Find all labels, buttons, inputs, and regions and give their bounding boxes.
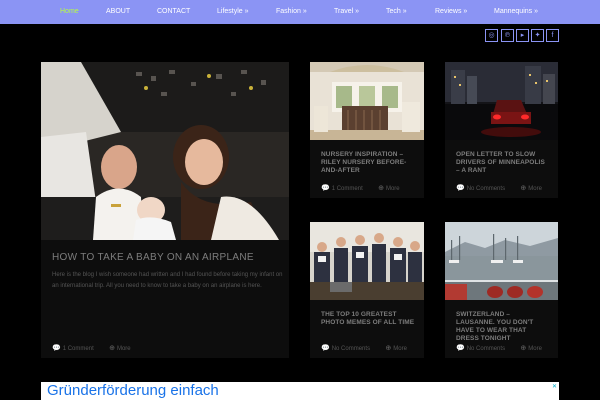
post-image-lausanne[interactable] — [445, 222, 558, 300]
comment-icon: 💬 — [52, 345, 61, 352]
youtube-icon[interactable]: ▸ — [516, 29, 529, 42]
post-meta: 💬 No Comments ⊕ More — [456, 184, 542, 192]
more-icon: ⊕ — [520, 185, 527, 192]
post-card[interactable]: THE TOP 10 GREATEST PHOTO MEMES OF ALL T… — [310, 222, 424, 358]
more-icon: ⊕ — [378, 185, 384, 192]
nav-travel[interactable]: Travel » — [334, 0, 359, 24]
post-title[interactable]: SWITZERLAND – LAUSANNE. YOU DON'T HAVE T… — [456, 311, 550, 343]
comment-icon: 💬 — [456, 185, 465, 192]
nav-home[interactable]: Home — [60, 0, 79, 24]
comments-link[interactable]: No Comments — [467, 186, 505, 192]
post-title[interactable]: NURSERY INSPIRATION – RILEY NURSERY BEFO… — [321, 151, 417, 175]
ad-text[interactable]: Gründerförderung einfach — [47, 382, 219, 400]
instagram-icon[interactable]: ◎ — [485, 29, 498, 42]
featured-post-meta: 💬 1 Comment ⊕ More — [52, 344, 131, 352]
pinterest-icon[interactable]: ℗ — [501, 29, 514, 42]
post-meta: 💬 No Comments ⊕ More — [456, 344, 542, 352]
post-title[interactable]: THE TOP 10 GREATEST PHOTO MEMES OF ALL T… — [321, 311, 417, 327]
post-title[interactable]: OPEN LETTER TO SLOW DRIVERS OF MINNEAPOL… — [456, 151, 550, 175]
post-image-nursery[interactable] — [310, 62, 424, 140]
featured-post-image[interactable] — [41, 62, 289, 240]
comment-icon: 💬 — [321, 345, 330, 352]
featured-post-title[interactable]: HOW TO TAKE A BABY ON AN AIRPLANE — [52, 252, 282, 263]
nav-reviews[interactable]: Reviews » — [435, 0, 467, 24]
more-link[interactable]: More — [528, 346, 542, 352]
comment-icon: 💬 — [321, 185, 330, 192]
post-meta: 💬 1 Comment ⊕ More — [321, 184, 400, 192]
more-icon: ⊕ — [109, 345, 115, 352]
nav-tech[interactable]: Tech » — [386, 0, 407, 24]
comments-link[interactable]: No Comments — [467, 346, 505, 352]
more-icon: ⊕ — [385, 345, 392, 352]
post-card[interactable]: NURSERY INSPIRATION – RILEY NURSERY BEFO… — [310, 62, 424, 198]
more-icon: ⊕ — [520, 345, 527, 352]
ad-banner[interactable]: Gründerförderung einfach ✕ — [41, 382, 559, 400]
post-card[interactable]: SWITZERLAND – LAUSANNE. YOU DON'T HAVE T… — [445, 222, 558, 358]
top-nav: Home ABOUT CONTACT Lifestyle » Fashion »… — [0, 0, 600, 24]
comment-icon: 💬 — [456, 345, 465, 352]
post-image-memes[interactable] — [310, 222, 424, 300]
more-link[interactable]: More — [528, 186, 542, 192]
facebook-icon[interactable]: f — [546, 29, 559, 42]
post-image-minneapolis[interactable] — [445, 62, 558, 140]
nav-mannequins[interactable]: Mannequins » — [494, 0, 538, 24]
more-link[interactable]: More — [393, 346, 407, 352]
featured-comments-link[interactable]: 1 Comment — [63, 346, 94, 352]
post-card[interactable]: OPEN LETTER TO SLOW DRIVERS OF MINNEAPOL… — [445, 62, 558, 198]
nav-lifestyle[interactable]: Lifestyle » — [217, 0, 249, 24]
featured-more-link[interactable]: More — [117, 346, 131, 352]
twitter-icon[interactable]: ✦ — [531, 29, 544, 42]
more-link[interactable]: More — [386, 186, 400, 192]
featured-post-card[interactable]: HOW TO TAKE A BABY ON AN AIRPLANE Here i… — [41, 62, 289, 358]
post-meta: 💬 No Comments ⊕ More — [321, 344, 407, 352]
ad-close-icon[interactable]: ✕ — [552, 383, 557, 390]
comments-link[interactable]: No Comments — [332, 346, 370, 352]
featured-post-excerpt: Here is the blog I wish someone had writ… — [52, 272, 283, 289]
nav-contact[interactable]: CONTACT — [157, 0, 190, 24]
nav-fashion[interactable]: Fashion » — [276, 0, 307, 24]
comments-link[interactable]: 1 Comment — [332, 186, 363, 192]
nav-about[interactable]: ABOUT — [106, 0, 130, 24]
